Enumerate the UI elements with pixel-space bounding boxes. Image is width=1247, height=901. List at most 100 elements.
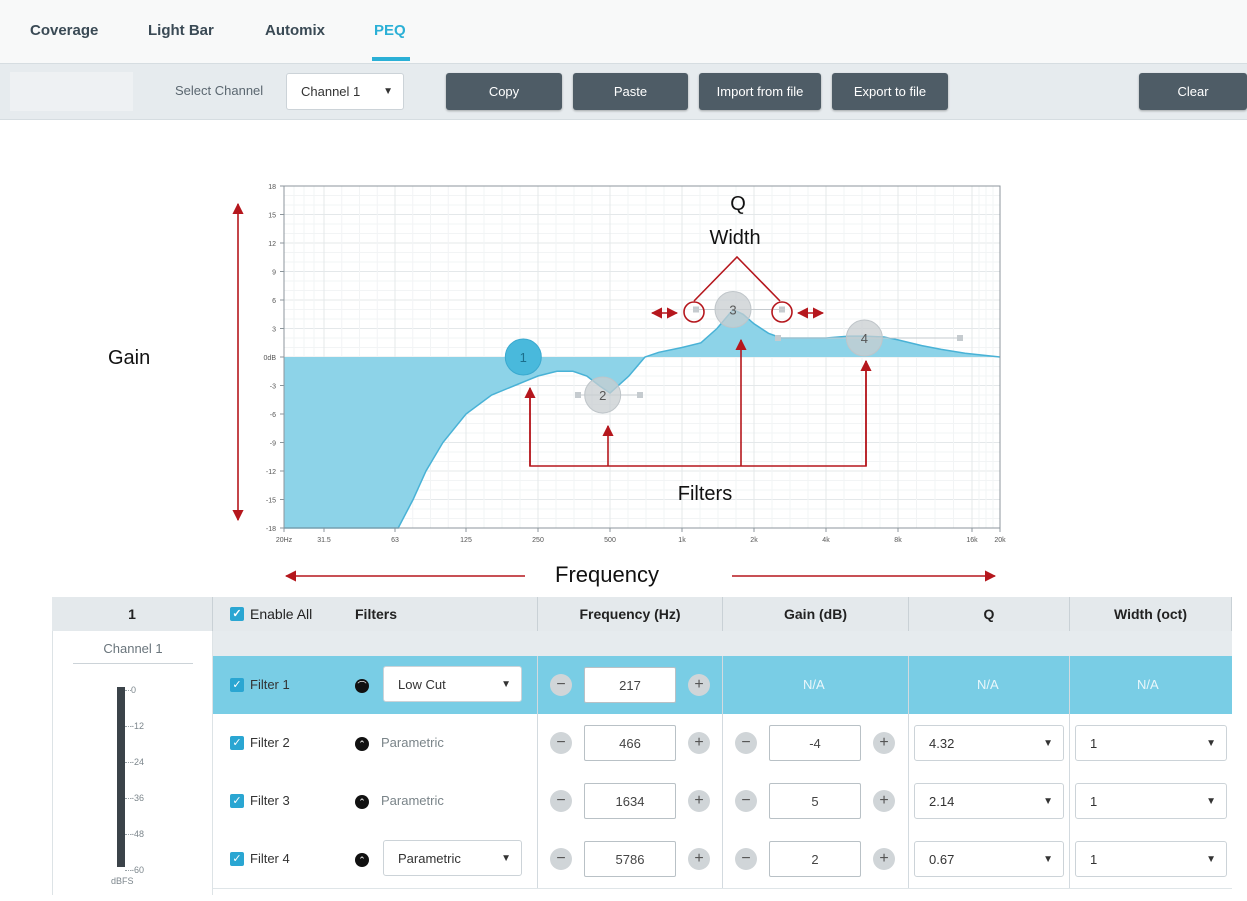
gain-decrement-button[interactable]: − xyxy=(735,790,757,812)
filter-point-2[interactable]: 2 xyxy=(584,376,622,414)
gain-input[interactable]: 5 xyxy=(769,783,861,819)
y-tick-label: 3 xyxy=(272,327,276,334)
frequency-cell: − 217 + xyxy=(538,656,723,714)
channel-meter-column: Channel 1 0 -12 -24 -36 -48 -60 dBFS xyxy=(52,631,213,895)
frequency-increment-button[interactable]: + xyxy=(688,848,710,870)
y-tick-label: 18 xyxy=(268,184,276,191)
q-select[interactable]: 2.14 ▼ xyxy=(914,783,1064,819)
filter-type-select[interactable]: Low Cut ▼ xyxy=(383,666,522,702)
gain-na: N/A xyxy=(803,677,825,692)
filter-point-label: 3 xyxy=(729,303,736,318)
frequency-input[interactable]: 5786 xyxy=(584,841,676,877)
filter-width-handle[interactable] xyxy=(779,306,785,313)
filter-width-handle[interactable] xyxy=(575,392,581,398)
filter-point-3[interactable]: 3 xyxy=(714,291,752,328)
width-select[interactable]: 1 ▼ xyxy=(1075,783,1227,819)
y-tick-label: -9 xyxy=(270,441,276,448)
frequency-decrement-button[interactable]: − xyxy=(550,848,572,870)
y-tick-label: 6 xyxy=(272,298,276,305)
y-tick-label: -18 xyxy=(266,526,276,533)
table-subheader xyxy=(213,631,1232,656)
filter-type-icon: ⌒ xyxy=(355,679,369,693)
frequency-increment-button[interactable]: + xyxy=(688,790,710,812)
gain-input[interactable]: -4 xyxy=(769,725,861,761)
gain-decrement-button[interactable]: − xyxy=(735,848,757,870)
width-select[interactable]: 1 ▼ xyxy=(1075,725,1227,761)
export-to-file-button[interactable]: Export to file xyxy=(832,73,948,110)
frequency-increment-button[interactable]: + xyxy=(688,674,710,696)
gain-increment-button[interactable]: + xyxy=(873,848,895,870)
filters-annotation: Filters xyxy=(678,483,732,505)
tab-peq[interactable]: PEQ xyxy=(374,22,406,39)
meter-tick-label: 0 xyxy=(131,685,137,695)
filter-width-handle[interactable] xyxy=(693,306,699,313)
meter-tick-label: -48 xyxy=(131,829,145,839)
frequency-input[interactable]: 1634 xyxy=(584,783,676,819)
width-select[interactable]: 1 ▼ xyxy=(1075,841,1227,877)
filter-type-icon: ⌃ xyxy=(355,737,369,751)
frequency-increment-button[interactable]: + xyxy=(688,732,710,754)
chevron-down-icon: ▼ xyxy=(1206,854,1216,865)
gain-increment-button[interactable]: + xyxy=(873,732,895,754)
frequency-input[interactable]: 466 xyxy=(584,725,676,761)
frequency-header: Frequency (Hz) xyxy=(538,597,723,631)
filter-point-4[interactable]: 4 xyxy=(845,319,883,357)
gain-cell: − -4 + xyxy=(723,714,909,772)
frequency-cell: − 1634 + xyxy=(538,772,723,830)
frequency-input[interactable]: 217 xyxy=(584,667,676,703)
filter-enable-checkbox[interactable]: ✓ xyxy=(230,852,244,866)
filter-type-select[interactable]: Parametric ▼ xyxy=(383,840,522,876)
tab-automix[interactable]: Automix xyxy=(265,22,325,39)
gain-increment-button[interactable]: + xyxy=(873,790,895,812)
filter-width-handle[interactable] xyxy=(775,335,781,341)
width-cell: 1 ▼ xyxy=(1070,772,1232,830)
filter-enable-checkbox[interactable]: ✓ xyxy=(230,794,244,808)
import-from-file-button[interactable]: Import from file xyxy=(699,73,821,110)
filter-width-handle[interactable] xyxy=(637,392,643,398)
clear-button[interactable]: Clear xyxy=(1139,73,1247,110)
q-select[interactable]: 4.32 ▼ xyxy=(914,725,1064,761)
filter-cell: ✓ Filter 4 ⌃ Parametric ▼ xyxy=(213,830,538,888)
meter-tick-label: -12 xyxy=(131,721,145,731)
tab-light-bar[interactable]: Light Bar xyxy=(148,22,214,39)
width-value: 1 xyxy=(1090,736,1098,751)
peq-response-chart[interactable]: 1815129630dB-3-6-9-12-15-1820Hz 31.5 63 125… xyxy=(0,118,1247,596)
channel-select[interactable]: Channel 1 ▼ xyxy=(286,73,404,110)
copy-button[interactable]: Copy xyxy=(446,73,562,110)
filter-row: ✓ Filter 3 ⌃ Parametric − 1634 + − 5 + 2.… xyxy=(213,772,1232,831)
meter-tick-label: -24 xyxy=(131,757,145,767)
width-cell: 1 ▼ xyxy=(1070,714,1232,772)
gain-input[interactable]: 2 xyxy=(769,841,861,877)
filter-point-label: 1 xyxy=(520,350,527,365)
gain-annotation: Gain xyxy=(108,347,150,369)
level-meter xyxy=(117,687,125,867)
filter-row: ✓ Filter 1 ⌒ Low Cut ▼ − 217 + N/A N/A N/A xyxy=(213,656,1232,715)
filter-point-label: 4 xyxy=(861,331,868,346)
filter-name: Filter 4 xyxy=(250,851,290,866)
x-tick-label: 1k xyxy=(678,537,686,544)
frequency-cell: − 5786 + xyxy=(538,830,723,888)
gain-decrement-button[interactable]: − xyxy=(735,732,757,754)
x-tick-label: 20Hz xyxy=(276,537,293,544)
filters-header-label: Filters xyxy=(355,606,398,622)
filter-cell: ✓ Filter 2 ⌃ Parametric xyxy=(213,714,538,772)
frequency-decrement-button[interactable]: − xyxy=(550,790,572,812)
gain-cell: − 5 + xyxy=(723,772,909,830)
meter-tick-label: -60 xyxy=(131,865,145,875)
q-select[interactable]: 0.67 ▼ xyxy=(914,841,1064,877)
paste-button[interactable]: Paste xyxy=(573,73,688,110)
filter-point-1[interactable]: 1 xyxy=(504,338,542,376)
filter-enable-checkbox[interactable]: ✓ xyxy=(230,736,244,750)
enable-all-checkbox[interactable]: ✓ xyxy=(230,607,244,621)
chevron-down-icon: ▼ xyxy=(1043,854,1053,865)
filter-width-handle[interactable] xyxy=(957,335,963,341)
filter-cell: ✓ Filter 3 ⌃ Parametric xyxy=(213,772,538,830)
filter-type-text: Parametric xyxy=(381,735,444,750)
chevron-down-icon: ▼ xyxy=(501,853,511,864)
frequency-decrement-button[interactable]: − xyxy=(550,674,572,696)
frequency-decrement-button[interactable]: − xyxy=(550,732,572,754)
gain-cell: N/A xyxy=(723,656,909,714)
filter-enable-checkbox[interactable]: ✓ xyxy=(230,678,244,692)
tab-coverage[interactable]: Coverage xyxy=(30,22,98,39)
y-tick-label: -15 xyxy=(266,498,276,505)
